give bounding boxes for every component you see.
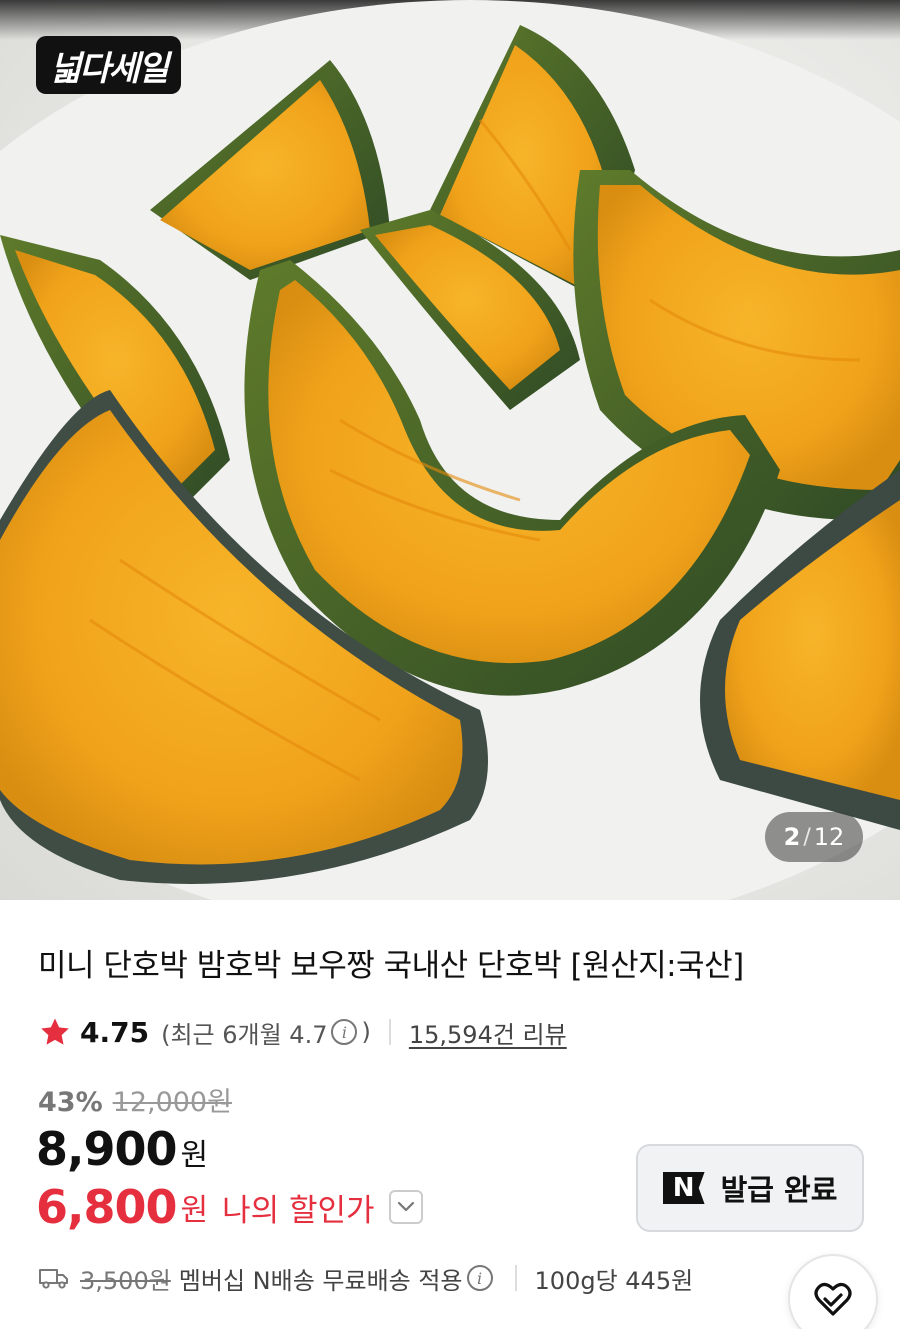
rating-recent: (최근 6개월 4.7 i ) (161, 1015, 371, 1050)
sale-price: 8,900 (36, 1122, 178, 1176)
shipping-description: 멤버십 N배송 무료배송 적용 (178, 1266, 463, 1295)
my-discount-label: 나의 할인가 (222, 1192, 375, 1229)
truck-icon (39, 1269, 68, 1289)
my-discount-price: 6,800 (36, 1180, 178, 1234)
wishlist-button[interactable] (788, 1254, 878, 1329)
shipping-row: 3,500원 멤버십 N배송 무료배송 적용 i 100g당 445원 (38, 1260, 693, 1296)
per-unit-price: 100g당 445원 (534, 1266, 694, 1295)
discount-row: 43% 12,000원 (38, 1080, 232, 1119)
rating-row: 4.75 (최근 6개월 4.7 i ) 15,594건 리뷰 (38, 1012, 567, 1052)
sale-badge: 넓다세일 (36, 36, 181, 94)
pumpkin-photo-illustration (0, 0, 900, 900)
rating-recent-text: (최근 6개월 4.7 (161, 1020, 328, 1049)
review-count-link[interactable]: 15,594건 리뷰 (409, 1015, 567, 1050)
product-image[interactable]: 넓다세일 2 / 12 (0, 0, 900, 900)
my-discount-price-unit: 원 (180, 1193, 209, 1228)
image-counter: 2 / 12 (765, 812, 863, 862)
product-title: 미니 단호박 밤호박 보우짱 국내산 단호박 [원산지:국산] (38, 948, 744, 984)
rating-value: 4.75 (80, 1015, 150, 1049)
shipping-info-icon[interactable]: i (466, 1265, 493, 1291)
rating-recent-close: ) (361, 1018, 371, 1046)
image-counter-current: 2 (783, 823, 801, 851)
sale-price-unit: 원 (180, 1138, 209, 1173)
image-counter-separator: / (803, 824, 811, 850)
original-price: 12,000원 (112, 1087, 232, 1118)
discount-rate: 43% (38, 1087, 103, 1118)
coupon-label: 발급 완료 (720, 1173, 838, 1207)
price-row: 8,900 원 (36, 1122, 208, 1176)
image-counter-total: 12 (813, 823, 845, 851)
my-price-row[interactable]: 6,800 원 나의 할인가 (36, 1180, 423, 1234)
naver-n-icon: N (662, 1172, 705, 1204)
heart-check-icon (814, 1282, 852, 1316)
coupon-issued-button[interactable]: N 발급 완료 (636, 1144, 864, 1232)
star-icon (41, 1018, 69, 1045)
divider (388, 1019, 391, 1045)
shipping-original-fee: 3,500원 (80, 1266, 171, 1295)
chevron-down-icon[interactable] (388, 1190, 423, 1224)
divider (514, 1265, 517, 1291)
info-icon[interactable]: i (331, 1019, 358, 1045)
